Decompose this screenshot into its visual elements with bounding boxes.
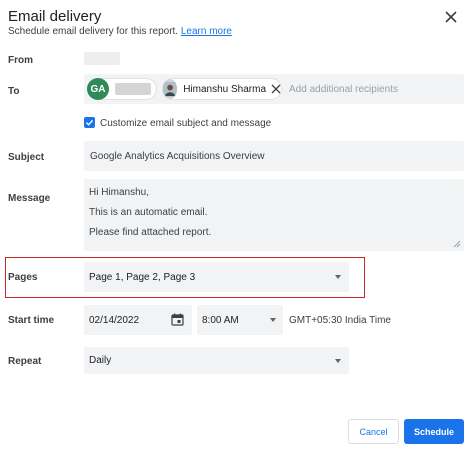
dialog-subtitle: Schedule email delivery for this report.… bbox=[8, 26, 232, 37]
add-recipients-placeholder[interactable]: Add additional recipients bbox=[289, 84, 398, 95]
recipient-name-redacted bbox=[115, 83, 151, 95]
dialog-title: Email delivery bbox=[8, 8, 102, 25]
from-value-redacted bbox=[84, 52, 120, 65]
remove-recipient-icon[interactable] bbox=[271, 83, 281, 95]
chevron-down-icon bbox=[335, 359, 341, 363]
checkmark-icon bbox=[86, 119, 94, 126]
subject-value: Google Analytics Acquisitions Overview bbox=[90, 151, 265, 162]
repeat-value: Daily bbox=[89, 355, 112, 366]
from-label: From bbox=[8, 55, 33, 66]
message-textarea[interactable]: Hi Himanshu, This is an automatic email.… bbox=[84, 179, 464, 251]
chevron-down-icon bbox=[335, 275, 341, 279]
repeat-label: Repeat bbox=[8, 356, 42, 367]
message-line: Hi Himanshu, bbox=[89, 187, 150, 198]
learn-more-link[interactable]: Learn more bbox=[181, 26, 232, 37]
calendar-icon[interactable] bbox=[171, 313, 184, 326]
dialog-subtitle-text: Schedule email delivery for this report. bbox=[8, 26, 179, 37]
time-value: 8:00 AM bbox=[202, 315, 239, 326]
start-time-label: Start time bbox=[8, 315, 55, 326]
timezone-text: GMT+05:30 India Time bbox=[289, 315, 391, 326]
time-select[interactable]: 8:00 AM bbox=[197, 305, 283, 335]
subject-label: Subject bbox=[8, 152, 45, 163]
subject-input[interactable]: Google Analytics Acquisitions Overview bbox=[84, 141, 464, 171]
customize-checkbox[interactable] bbox=[84, 117, 95, 128]
avatar bbox=[163, 79, 178, 99]
resize-handle-icon[interactable] bbox=[453, 240, 461, 248]
pages-label: Pages bbox=[8, 272, 38, 283]
customize-checkbox-label[interactable]: Customize email subject and message bbox=[100, 118, 271, 129]
pages-select[interactable]: Page 1, Page 2, Page 3 bbox=[84, 262, 349, 292]
avatar: GA bbox=[87, 78, 109, 100]
pages-value: Page 1, Page 2, Page 3 bbox=[89, 272, 196, 283]
recipients-field[interactable]: GA Himanshu Sharma Add additional recipi… bbox=[84, 74, 464, 104]
close-icon[interactable] bbox=[441, 7, 461, 27]
date-value: 02/14/2022 bbox=[89, 315, 140, 326]
recipient-chip-himanshu[interactable]: Himanshu Sharma bbox=[162, 78, 282, 100]
message-line: Please find attached report. bbox=[89, 227, 212, 238]
schedule-button[interactable]: Schedule bbox=[404, 419, 464, 444]
message-line: This is an automatic email. bbox=[89, 207, 208, 218]
repeat-select[interactable]: Daily bbox=[84, 347, 349, 374]
recipient-chip-ga[interactable]: GA bbox=[87, 78, 157, 100]
to-label: To bbox=[8, 86, 20, 97]
recipient-name: Himanshu Sharma bbox=[183, 83, 266, 95]
date-input[interactable]: 02/14/2022 bbox=[84, 305, 192, 335]
cancel-button[interactable]: Cancel bbox=[348, 419, 399, 444]
message-label: Message bbox=[8, 193, 51, 204]
chevron-down-icon bbox=[270, 318, 276, 322]
